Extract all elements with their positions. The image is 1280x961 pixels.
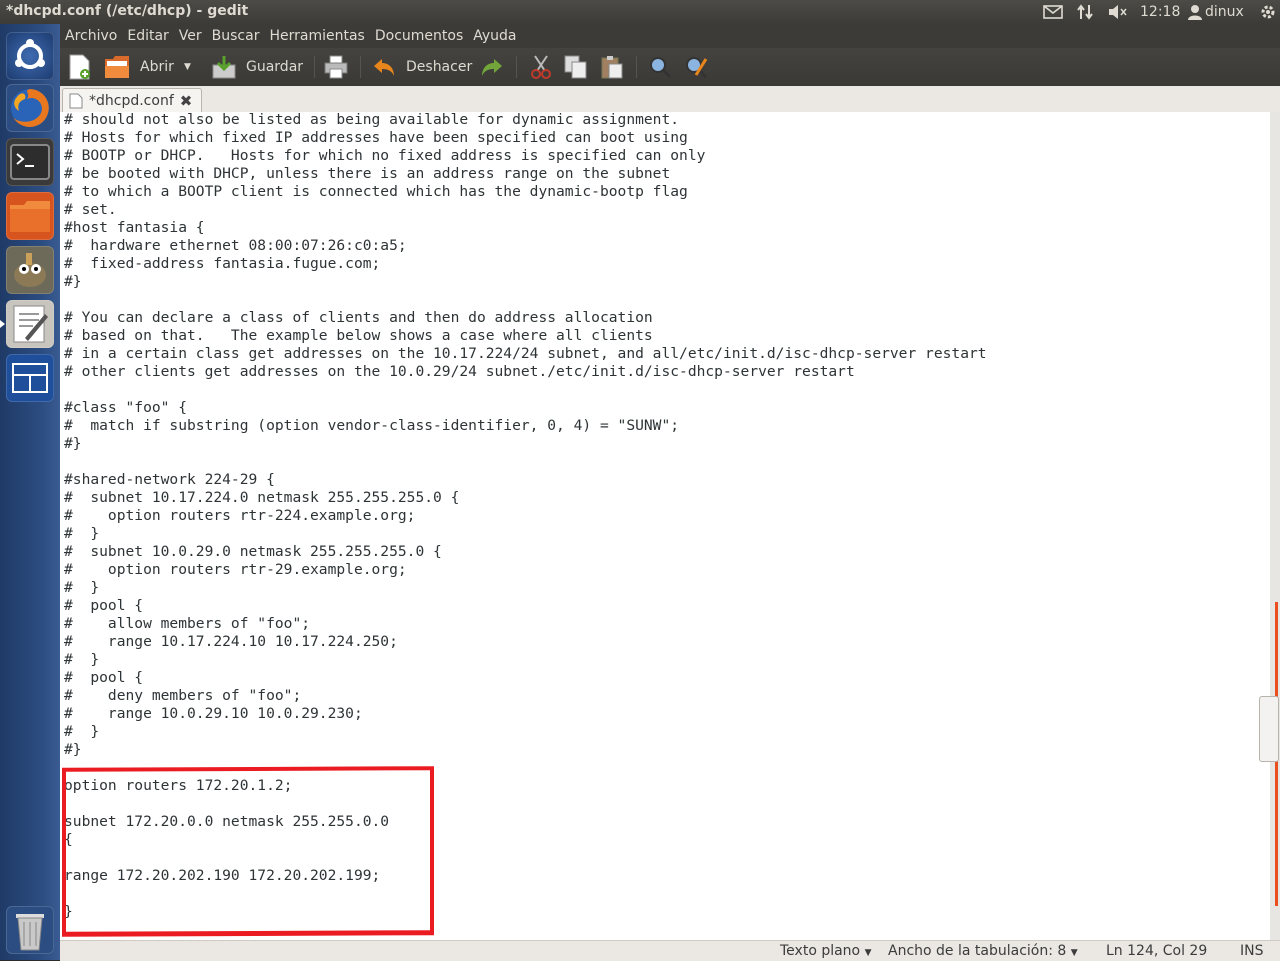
text-file-icon: [69, 93, 83, 109]
ubuntu-logo-icon: [15, 39, 45, 69]
mail-indicator[interactable]: [1043, 2, 1063, 22]
session-indicator[interactable]: [1259, 2, 1277, 22]
launcher-trash[interactable]: [6, 906, 54, 954]
dash-home-button[interactable]: [6, 32, 54, 80]
user-name: dinux: [1205, 4, 1244, 20]
cursor-position: Ln 124, Col 29: [1106, 943, 1208, 959]
text-editor-icon: [13, 305, 48, 343]
open-button[interactable]: Abrir: [104, 53, 174, 81]
terminal-icon: [10, 144, 50, 180]
launcher-workspaces[interactable]: [6, 354, 54, 402]
chevron-down-icon: ▼: [1070, 948, 1078, 958]
undo-arrow-icon: [374, 59, 394, 76]
find-button[interactable]: [648, 53, 672, 81]
top-panel: *dhcpd.conf (/etc/dhcp) - gedit 12:18 di…: [0, 0, 1280, 24]
save-button[interactable]: Guardar: [212, 53, 303, 81]
statusbar: Texto plano ▼ Ancho de la tabulación: 8 …: [60, 940, 1280, 961]
toolbar-separator: [314, 56, 315, 78]
tab-dhcpd-conf[interactable]: *dhcpd.conf ✖: [62, 88, 202, 113]
copy-button[interactable]: [564, 53, 588, 81]
find-replace-button[interactable]: [684, 53, 708, 81]
launcher-gedit[interactable]: [6, 300, 54, 348]
speaker-icon: [1109, 5, 1127, 19]
workspace-switcher-icon: [12, 363, 48, 393]
tab-close-icon[interactable]: ✖: [180, 92, 193, 110]
undo-button[interactable]: Deshacer: [372, 53, 472, 81]
mail-icon: [1043, 5, 1063, 19]
menu-ver[interactable]: Ver: [174, 28, 207, 44]
document-tabs: *dhcpd.conf ✖: [60, 86, 1280, 113]
user-menu[interactable]: dinux: [1188, 2, 1244, 22]
open-recent-dropdown[interactable]: ▼: [184, 53, 191, 81]
chevron-down-icon: ▼: [864, 948, 872, 958]
menu-documentos[interactable]: Documentos: [370, 28, 468, 44]
folder-icon: [10, 201, 50, 232]
clock[interactable]: 12:18: [1140, 2, 1180, 22]
gimp-icon: [14, 253, 46, 287]
save-icon: [212, 56, 236, 79]
toolbar-separator: [636, 56, 637, 78]
printer-icon: [324, 55, 348, 79]
language-selector[interactable]: Texto plano ▼: [780, 943, 872, 959]
menu-herramientas[interactable]: Herramientas: [264, 28, 369, 44]
menubar: Archivo Editar Ver Buscar Herramientas D…: [60, 24, 1280, 48]
launcher: [0, 24, 60, 960]
print-button[interactable]: [324, 53, 348, 81]
redo-button[interactable]: [480, 53, 504, 81]
launcher-firefox[interactable]: [6, 84, 54, 132]
running-indicator: [0, 320, 5, 328]
scrollbar-thumb[interactable]: [1259, 696, 1279, 762]
menu-ayuda[interactable]: Ayuda: [468, 28, 521, 44]
user-icon: [1188, 5, 1202, 20]
copy-icon: [564, 55, 587, 79]
launcher-terminal[interactable]: [6, 138, 54, 186]
tab-label: *dhcpd.conf: [89, 93, 174, 109]
find-replace-icon: [686, 57, 708, 79]
tab-width-selector[interactable]: Ancho de la tabulación: 8 ▼: [888, 943, 1078, 959]
highlight-box: [62, 766, 434, 937]
network-arrows-icon: [1077, 4, 1093, 20]
network-indicator[interactable]: [1076, 2, 1094, 22]
sound-indicator[interactable]: [1107, 2, 1129, 22]
new-document-icon: [69, 54, 90, 80]
menu-archivo[interactable]: Archivo: [60, 28, 122, 44]
launcher-files[interactable]: [6, 192, 54, 240]
paste-button[interactable]: [600, 53, 624, 81]
cut-button[interactable]: [530, 53, 552, 81]
paste-icon: [601, 56, 623, 79]
window-title: *dhcpd.conf (/etc/dhcp) - gedit: [6, 3, 249, 19]
menu-editar[interactable]: Editar: [122, 28, 173, 44]
insert-mode: INS: [1240, 943, 1264, 959]
new-button[interactable]: [68, 53, 92, 81]
toolbar-separator: [360, 56, 361, 78]
firefox-icon: [11, 89, 49, 127]
toolbar: Abrir ▼ Guardar Deshacer: [60, 48, 1280, 86]
menu-buscar[interactable]: Buscar: [207, 28, 265, 44]
launcher-gimp[interactable]: [6, 246, 54, 294]
gear-icon: [1261, 5, 1275, 19]
trash-icon: [16, 914, 44, 951]
open-folder-icon: [105, 56, 129, 78]
scissors-icon: [531, 55, 551, 79]
redo-arrow-icon: [482, 59, 502, 76]
toolbar-separator: [516, 56, 517, 78]
magnifier-icon: [650, 57, 672, 79]
chevron-down-icon: ▼: [184, 62, 191, 72]
